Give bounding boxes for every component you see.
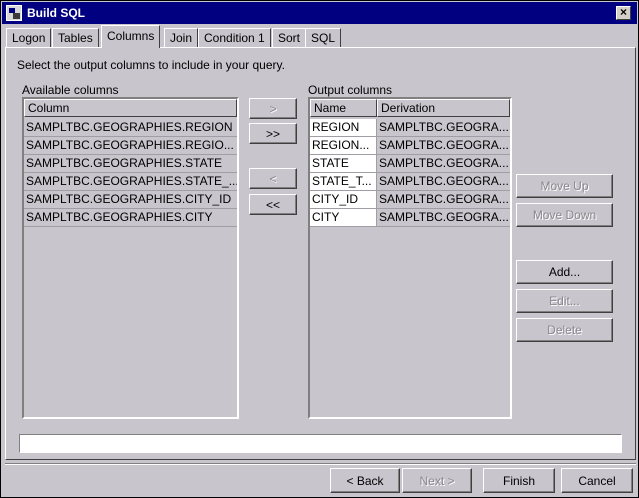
remove-selected-button[interactable]: <	[249, 168, 297, 189]
finish-button[interactable]: Finish	[483, 468, 555, 493]
output-derivation-cell[interactable]: SAMPLTBC.GEOGRA...	[377, 119, 510, 137]
column-header[interactable]: Column	[24, 99, 237, 117]
list-item[interactable]: SAMPLTBC.GEOGRAPHIES.REGIO...	[24, 137, 237, 155]
output-derivation-cell[interactable]: SAMPLTBC.GEOGRA...	[377, 137, 510, 155]
window-title: Build SQL	[27, 6, 85, 20]
build-sql-dialog: Build SQL × Logon Tables Columns Join Co…	[0, 0, 639, 498]
tab-condition-1[interactable]: Condition 1	[198, 28, 271, 47]
output-name-cell[interactable]: REGION...	[310, 137, 377, 155]
instruction-text: Select the output columns to include in …	[17, 58, 285, 72]
tab-logon[interactable]: Logon	[6, 28, 52, 47]
output-name-cell[interactable]: REGION	[310, 119, 377, 137]
available-columns-label: Available columns	[22, 83, 119, 97]
output-columns-label: Output columns	[308, 83, 393, 97]
tab-sort[interactable]: Sort	[272, 28, 307, 47]
list-item[interactable]: SAMPLTBC.GEOGRAPHIES.REGION	[24, 119, 237, 137]
output-name-cell[interactable]: CITY_ID	[310, 191, 377, 209]
output-name-cell[interactable]: STATE_T...	[310, 173, 377, 191]
tab-join[interactable]: Join	[164, 28, 199, 47]
move-up-button[interactable]: Move Up	[516, 174, 613, 198]
add-all-button[interactable]: >>	[249, 123, 297, 144]
add-button[interactable]: Add...	[516, 260, 613, 284]
app-icon	[6, 5, 22, 21]
remove-all-button[interactable]: <<	[249, 194, 297, 215]
output-name-cell[interactable]: STATE	[310, 155, 377, 173]
close-button[interactable]: ×	[616, 6, 631, 20]
delete-button[interactable]: Delete	[516, 318, 613, 342]
move-down-button[interactable]: Move Down	[516, 203, 613, 227]
footer-separator	[5, 463, 636, 465]
output-derivation-cell[interactable]: SAMPLTBC.GEOGRA...	[377, 155, 510, 173]
output-columns-table[interactable]: Name Derivation REGION SAMPLTBC.GEOGRA..…	[308, 97, 512, 419]
list-item[interactable]: SAMPLTBC.GEOGRAPHIES.STATE	[24, 155, 237, 173]
status-field	[19, 434, 622, 453]
list-item[interactable]: SAMPLTBC.GEOGRAPHIES.CITY	[24, 209, 237, 227]
output-derivation-cell[interactable]: SAMPLTBC.GEOGRA...	[377, 209, 510, 227]
back-button[interactable]: < Back	[330, 468, 400, 493]
available-columns-list[interactable]: Column SAMPLTBC.GEOGRAPHIES.REGION SAMPL…	[22, 97, 239, 419]
tab-tables[interactable]: Tables	[52, 28, 99, 47]
next-button[interactable]: Next >	[402, 468, 472, 493]
cancel-button[interactable]: Cancel	[561, 468, 633, 493]
name-header[interactable]: Name	[310, 99, 377, 117]
derivation-header[interactable]: Derivation	[377, 99, 510, 117]
output-derivation-cell[interactable]: SAMPLTBC.GEOGRA...	[377, 191, 510, 209]
edit-button[interactable]: Edit...	[516, 289, 613, 313]
output-derivation-cell[interactable]: SAMPLTBC.GEOGRA...	[377, 173, 510, 191]
list-item[interactable]: SAMPLTBC.GEOGRAPHIES.STATE_...	[24, 173, 237, 191]
list-item[interactable]: SAMPLTBC.GEOGRAPHIES.CITY_ID	[24, 191, 237, 209]
add-selected-button[interactable]: >	[249, 98, 297, 119]
output-name-cell[interactable]: CITY	[310, 209, 377, 227]
title-bar[interactable]: Build SQL ×	[2, 2, 637, 24]
tab-sql[interactable]: SQL	[305, 28, 342, 47]
tab-columns[interactable]: Columns	[101, 25, 161, 48]
